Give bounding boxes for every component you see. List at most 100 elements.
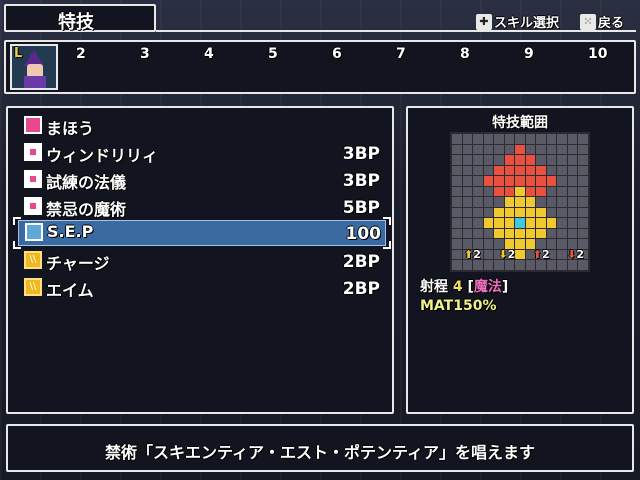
range-cell [515,218,525,228]
range-cell [567,260,578,270]
range-cell [504,186,515,197]
range-cell [494,260,504,270]
range-cell [515,260,525,270]
range-cell [452,207,462,218]
range-cell [525,176,536,186]
range-cell [452,218,462,228]
buff-down-indicator: ⬇2 [567,248,584,261]
magic-icon [24,170,42,188]
up-arrow-icon: ⬆ [532,248,542,261]
range-cell [483,218,494,228]
party-slot-3[interactable]: 3 [140,46,150,62]
skill-row[interactable]: 試練の法儀 3BP [18,168,384,192]
party-slot-6[interactable]: 6 [332,46,342,62]
range-cell [546,197,557,207]
range-cell [462,134,473,144]
range-label: 射程 [420,279,448,295]
range-cell [567,155,578,165]
skill-row[interactable]: ウィンドリリィ 3BP [18,141,384,165]
skill-name: まほう [46,119,95,138]
range-cell [536,197,546,207]
range-cell [557,218,567,228]
range-cell [567,176,578,186]
range-cell [483,260,494,270]
range-cell [473,176,483,186]
skill-cost: 3BP [342,171,380,191]
range-cell [546,260,557,270]
range-cell [462,260,473,270]
skill-row-selected[interactable]: S.E.P 100 [13,217,391,249]
range-cell [525,165,536,176]
range-cell [462,197,473,207]
dpad-icon: ✚ [476,13,492,30]
range-cell [483,207,494,218]
skill-name: チャージ [46,254,110,273]
range-cell [462,228,473,239]
range-cell [578,197,588,207]
cursor-corner-bl [13,241,21,249]
range-cell [557,165,567,176]
range-cell [452,165,462,176]
hint-back[interactable]: ⁙ 戻る [580,12,624,31]
hint-select-label: スキル選択 [494,16,560,31]
range-cell [546,134,557,144]
range-cell [536,228,546,239]
range-cell [504,134,515,144]
range-cell [483,228,494,239]
party-slot-7[interactable]: 7 [396,46,406,62]
skill-row[interactable]: 禁忌の魔術 5BP [18,195,384,219]
party-slot-5[interactable]: 5 [268,46,278,62]
range-cell [473,260,483,270]
range-cell [504,228,515,239]
range-cell [567,218,578,228]
range-cell [494,197,504,207]
range-cell [557,207,567,218]
skill-name: エイム [46,281,94,300]
range-cell [483,134,494,144]
range-cell [473,218,483,228]
buff-up-indicator: ⬆2 [464,248,481,261]
buff-indicators: ⬆2 ⬇2 ⬆2 ⬇2 [464,248,584,261]
range-cell [578,228,588,239]
range-cell [473,155,483,165]
range-cell [557,155,567,165]
party-slot-8[interactable]: 8 [460,46,470,62]
range-cell [462,186,473,197]
party-slot-4[interactable]: 4 [204,46,214,62]
range-cell [504,218,515,228]
skill-name: ウィンドリリィ [46,146,159,165]
skill-row-category[interactable]: まほう [18,114,384,138]
range-cell [536,165,546,176]
range-value: 4 [452,279,463,295]
description-box: 禁術「スキエンティア・エスト・ポテンティア」を唱えます [6,424,634,472]
range-cell [494,228,504,239]
skill-cost: 3BP [342,144,380,164]
range-type-close: ] [501,279,509,295]
skill-row[interactable]: \\ チャージ 2BP [18,249,384,273]
range-cell [578,134,588,144]
range-cell [546,207,557,218]
party-member-1[interactable]: L [10,44,58,90]
page-title: 特技 [58,12,94,33]
range-cell [473,165,483,176]
title-rule: ✚ スキル選択 ⁙ 戻る [156,4,636,32]
range-cell [546,186,557,197]
range-cell [567,144,578,155]
party-slot-10[interactable]: 10 [588,46,607,62]
party-slot-9[interactable]: 9 [524,46,534,62]
range-cell [473,134,483,144]
range-cell [504,176,515,186]
range-cell [462,207,473,218]
range-cell [483,176,494,186]
range-cell [567,207,578,218]
range-cell [525,134,536,144]
skill-row[interactable]: \\ エイム 2BP [18,276,384,300]
range-cell [525,155,536,165]
range-cell [567,134,578,144]
range-cell [578,176,588,186]
down-arrow-icon: ⬇ [498,248,508,261]
skill-cost: 5BP [342,198,380,218]
range-cell [536,144,546,155]
leader-badge: L [14,46,23,61]
party-slot-2[interactable]: 2 [76,46,86,62]
